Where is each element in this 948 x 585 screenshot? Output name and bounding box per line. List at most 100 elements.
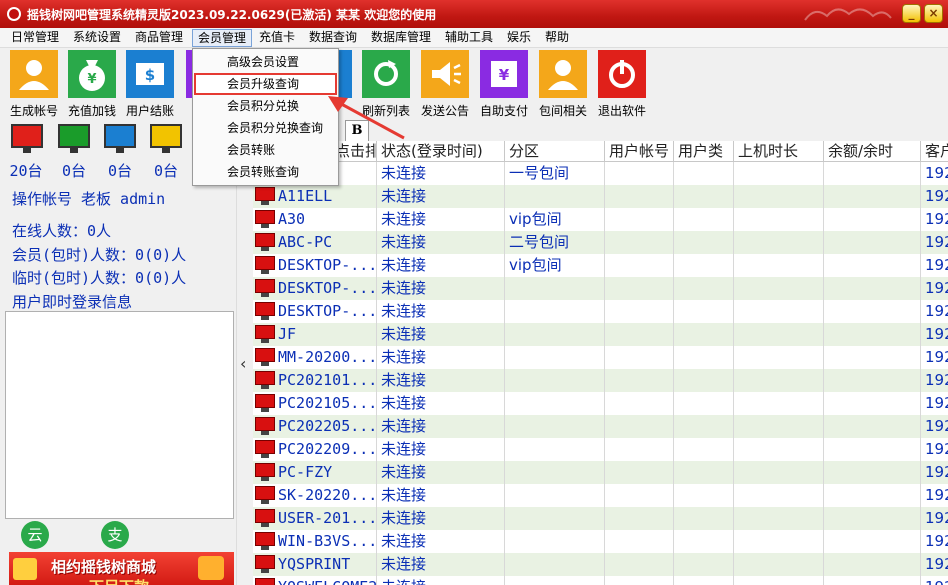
client-ip-cell: 192 (921, 162, 948, 185)
computer-offline-icon (255, 394, 275, 412)
exit-button[interactable]: 退出软件 (593, 50, 651, 118)
online-count: 0台 (61, 162, 87, 180)
table-row[interactable]: DESKTOP-...未连接 192 (253, 277, 948, 300)
table-row[interactable]: PC202105...未连接 192 (253, 392, 948, 415)
table-row[interactable]: A30 未连接vip包间 192 (253, 208, 948, 231)
menu-member[interactable]: 会员管理 (192, 29, 253, 47)
menu-entertainment[interactable]: 娱乐 (502, 29, 536, 47)
shop-banner[interactable]: 相约摇钱树商城 下足下款 (9, 552, 234, 585)
menu-advanced-member-settings[interactable]: 高级会员设置 (194, 51, 337, 73)
col-zone[interactable]: 分区 (505, 141, 605, 162)
empty-cell (824, 300, 921, 323)
menu-member-transfer-query[interactable]: 会员转账查询 (194, 161, 337, 183)
annotation-arrow-icon (328, 96, 405, 140)
menu-database[interactable]: 数据库管理 (366, 29, 436, 47)
col-client[interactable]: 客户 (921, 141, 948, 162)
computer-offline-icon (255, 371, 275, 389)
table-row[interactable]: PC202205...未连接 192 (253, 415, 948, 438)
col-user-type[interactable]: 用户类 (674, 141, 734, 162)
empty-cell (734, 300, 824, 323)
table-row[interactable]: PC-FZY 未连接 192 (253, 461, 948, 484)
send-notice-button[interactable]: 发送公告 (416, 50, 474, 118)
menu-help[interactable]: 帮助 (540, 29, 574, 47)
menu-member-transfer[interactable]: 会员转账 (194, 139, 337, 161)
table-row[interactable]: JF 未连接 192 (253, 323, 948, 346)
table-row[interactable]: USER-201...未连接 192 (253, 507, 948, 530)
gift-icon (13, 558, 37, 580)
monitor-temp-icon (150, 124, 182, 154)
computer-name-cell: PC-FZY (253, 461, 377, 484)
col-online-time[interactable]: 上机时长 (734, 141, 824, 162)
panel-splitter[interactable]: ‹ (236, 120, 253, 585)
empty-cell (824, 576, 921, 585)
computer-offline-icon (255, 187, 275, 205)
operator-account: 操作帐号 老板 admin (12, 190, 166, 208)
client-ip-cell: 192 (921, 185, 948, 208)
member-count: 0台 (107, 162, 133, 180)
menu-data-query[interactable]: 数据查询 (304, 29, 362, 47)
menu-points-exchange-query[interactable]: 会员积分兑换查询 (194, 117, 337, 139)
table-row[interactable]: WIN-B3VS...未连接 192 (253, 530, 948, 553)
menu-system-settings[interactable]: 系统设置 (68, 29, 126, 47)
close-button[interactable]: × (924, 4, 943, 23)
status-cell: 未连接 (377, 254, 505, 277)
col-status[interactable]: 状态(登录时间) (377, 141, 505, 162)
computer-name-cell: JF (253, 323, 377, 346)
chevron-left-icon[interactable]: ‹ (240, 354, 246, 373)
empty-cell (734, 231, 824, 254)
menu-goods[interactable]: 商品管理 (130, 29, 188, 47)
user-icon (10, 50, 58, 98)
empty-cell (605, 415, 674, 438)
table-row[interactable]: YQSPRINT 未连接 192 (253, 553, 948, 576)
zone-cell (505, 277, 605, 300)
computer-name: PC202101... (278, 371, 377, 389)
computer-offline-icon (255, 440, 275, 458)
empty-cell (605, 392, 674, 415)
client-ip-cell: 192 (921, 369, 948, 392)
menu-member-upgrade-query[interactable]: 会员升级查询 (194, 73, 337, 95)
empty-cell (674, 208, 734, 231)
member-dropdown-menu: 高级会员设置 会员升级查询 会员积分兑换 会员积分兑换查询 会员转账 会员转账查… (192, 48, 339, 186)
table-row[interactable]: SK-20220...未连接 192 (253, 484, 948, 507)
toolbar-label: 自助支付 (479, 104, 528, 118)
col-user-account[interactable]: 用户帐号 (605, 141, 674, 162)
table-row[interactable]: MM-20200...未连接 192 (253, 346, 948, 369)
menu-points-exchange[interactable]: 会员积分兑换 (194, 95, 337, 117)
pay-button[interactable]: 支付 (101, 521, 129, 572)
table-row[interactable]: 未连接一号包间 192 (253, 162, 948, 185)
col-balance[interactable]: 余额/余时 (824, 141, 921, 162)
login-info-log[interactable] (5, 311, 234, 519)
table-row[interactable]: ABC-PC 未连接二号包间 192 (253, 231, 948, 254)
table-row[interactable]: PC202209...未连接 192 (253, 438, 948, 461)
table-row[interactable]: PC202101...未连接 192 (253, 369, 948, 392)
menu-daily[interactable]: 日常管理 (6, 29, 64, 47)
status-cell: 未连接 (377, 231, 505, 254)
computer-list-grid[interactable]: 点击排 状态(登录时间) 分区 用户帐号 用户类 上机时长 余额/余时 客户 未… (253, 141, 948, 585)
computer-name: JF (278, 325, 297, 343)
recharge-button[interactable]: ¥ 充值加钱 (63, 50, 121, 118)
computer-name: DESKTOP-... (278, 256, 377, 274)
table-row[interactable]: DESKTOP-...未连接 192 (253, 300, 948, 323)
empty-cell (674, 461, 734, 484)
computer-name-cell: DESKTOP-... (253, 300, 377, 323)
client-ip-cell: 192 (921, 323, 948, 346)
computer-name: DESKTOP-... (278, 302, 377, 320)
computer-offline-icon (255, 302, 275, 320)
create-account-button[interactable]: 生成帐号 (5, 50, 63, 118)
menu-tools[interactable]: 辅助工具 (440, 29, 498, 47)
minimize-button[interactable]: _ (902, 4, 921, 23)
self-pay-button[interactable]: ¥ 自助支付 (475, 50, 533, 118)
dollar-card-icon: $ (126, 50, 174, 98)
checkout-button[interactable]: $ 用户结账 (121, 50, 179, 118)
computer-name-cell: USER-201... (253, 507, 377, 530)
empty-cell (605, 323, 674, 346)
computer-offline-icon (255, 417, 275, 435)
table-row[interactable]: DESKTOP-...未连接vip包间 192 (253, 254, 948, 277)
table-row[interactable]: A11ELL 未连接 192 (253, 185, 948, 208)
empty-cell (734, 530, 824, 553)
table-row[interactable]: YQSWELCOME2未连接 192 (253, 576, 948, 585)
empty-cell (674, 553, 734, 576)
menu-recharge-card[interactable]: 充值卡 (254, 29, 300, 47)
cloud-button[interactable]: 云 (21, 521, 49, 549)
private-room-button[interactable]: 包间相关 (534, 50, 592, 118)
